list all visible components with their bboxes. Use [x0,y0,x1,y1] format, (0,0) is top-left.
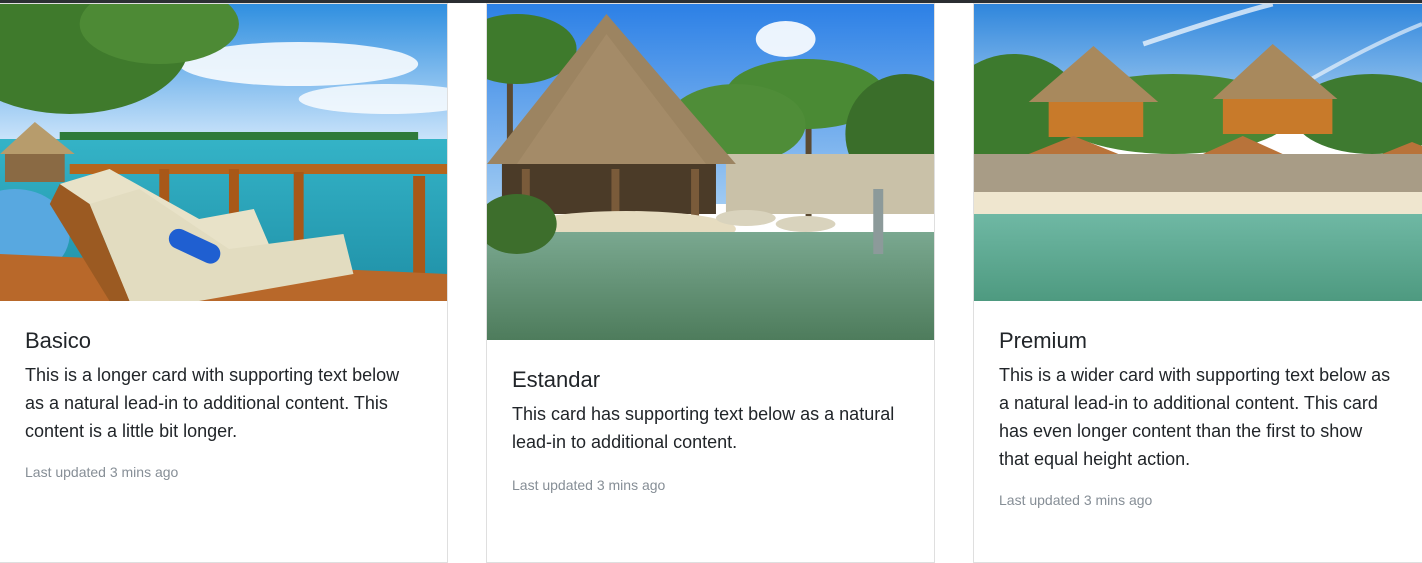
card-image-beach-bungalows [974,4,1422,301]
card-updated: Last updated 3 mins ago [25,464,179,481]
beach-bungalows-photo [974,4,1422,301]
card-image-palapa-pool [487,4,934,340]
card-text: This is a wider card with supporting tex… [999,365,1391,470]
card-premium: Premium This is a wider card with suppor… [973,3,1422,563]
card-title: Premium [999,328,1088,353]
card-title: Estandar [512,367,601,392]
card-updated: Last updated 3 mins ago [999,492,1153,509]
card-estandar: Estandar This card has supporting text b… [486,3,935,563]
card-image-ocean-deck [0,4,447,301]
card-updated: Last updated 3 mins ago [512,477,666,494]
card-text: This is a longer card with supporting te… [25,365,400,442]
palapa-pool-photo [487,4,934,340]
card-text: This card has supporting text below as a… [512,404,895,453]
ocean-deck-photo [0,4,447,301]
card-basico: Basico This is a longer card with suppor… [0,3,448,563]
card-title: Basico [25,328,92,353]
